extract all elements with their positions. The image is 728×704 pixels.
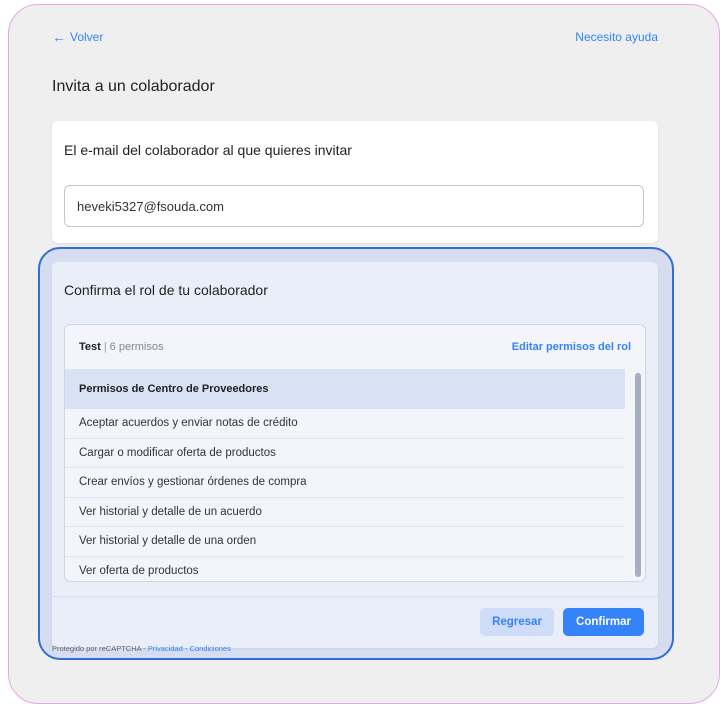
role-card: Confirma el rol de tu colaborador Test | 6… (52, 262, 658, 648)
arrow-left-icon: ← (52, 29, 66, 45)
help-link[interactable]: Necesito ayuda (575, 30, 658, 44)
permission-group-header: Permisos de Centro de Proveedores (65, 369, 625, 409)
role-permissions-box: Test | 6 permisos Editar permisos del rol … (64, 324, 646, 582)
role-summary: Test | 6 permisos (79, 341, 163, 353)
permission-item: Cargar o modificar oferta de productos (65, 439, 625, 468)
permission-item: Aceptar acuerdos y enviar notas de crédi… (65, 409, 625, 439)
terms-link[interactable]: Condiciones (190, 644, 231, 653)
role-header: Test | 6 permisos Editar permisos del rol (65, 325, 645, 369)
footer-divider (52, 596, 658, 597)
permission-item: Ver historial y detalle de una orden (65, 527, 625, 557)
role-separator: | (103, 341, 107, 353)
email-section-title: El e-mail del colaborador al que quieres… (64, 142, 352, 158)
permission-count: 6 permisos (109, 341, 164, 353)
email-input[interactable] (64, 185, 644, 227)
back-link-label: Volver (70, 30, 104, 44)
top-navigation: ← Volver Necesito ayuda (52, 30, 658, 48)
permission-list: Aceptar acuerdos y enviar notas de crédi… (65, 409, 625, 581)
back-link[interactable]: ← Volver (52, 30, 103, 44)
recaptcha-dash: - (182, 644, 190, 653)
privacy-link[interactable]: Privacidad (148, 644, 183, 653)
scrollbar-thumb[interactable] (635, 373, 641, 577)
recaptcha-notice: Protegido por reCAPTCHA - Privacidad - C… (52, 644, 231, 653)
confirm-button[interactable]: Confirmar (563, 608, 644, 636)
permission-item: Ver historial y detalle de un acuerdo (65, 498, 625, 527)
permission-item: Ver oferta de productos (79, 564, 199, 577)
email-card: El e-mail del colaborador al que quieres… (52, 121, 658, 243)
back-button[interactable]: Regresar (480, 608, 554, 636)
role-name: Test (79, 341, 101, 353)
edit-role-permissions-link[interactable]: Editar permisos del rol (512, 341, 631, 353)
recaptcha-text: Protegido por reCAPTCHA - (52, 644, 148, 653)
permission-item: Crear envíos y gestionar órdenes de comp… (65, 468, 625, 498)
page-title: Invita a un colaborador (52, 78, 215, 95)
role-section-title: Confirma el rol de tu colaborador (64, 282, 268, 298)
